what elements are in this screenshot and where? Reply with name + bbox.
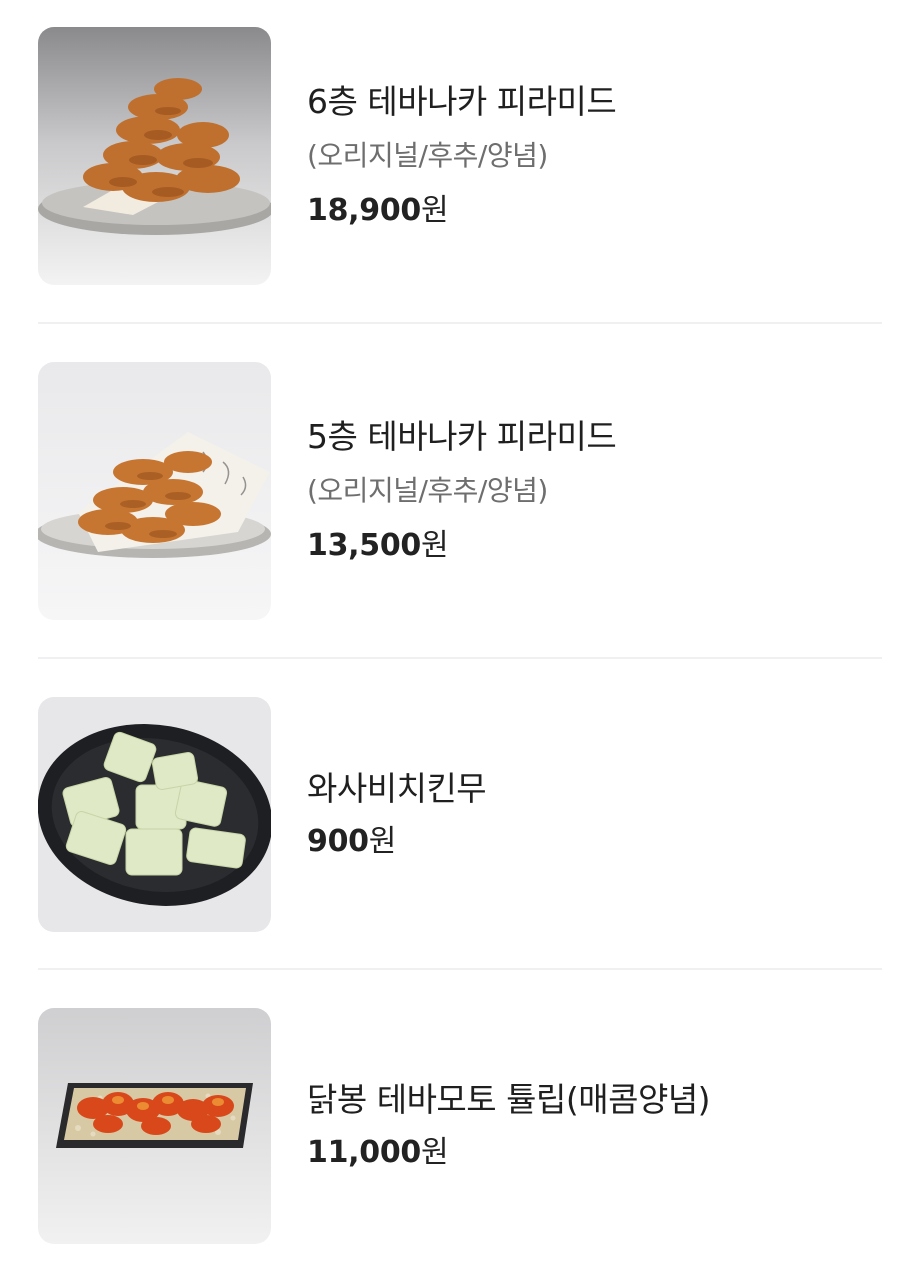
fried-chicken-wings-pyramid-photo bbox=[38, 27, 271, 285]
menu-item-wasabi-chicken-radish[interactable]: 와사비치킨무 900원 bbox=[38, 697, 882, 932]
fried-chicken-wings-photo bbox=[38, 362, 271, 620]
menu-item-5f-tebanaka-pyramid[interactable]: 5층 테바나카 피라미드 (오리지널/후추/양념) 13,500원 bbox=[38, 362, 882, 620]
item-price-unit: 원 bbox=[420, 193, 449, 228]
item-price-number: 11,000 bbox=[307, 1135, 421, 1170]
item-price: 900원 bbox=[307, 821, 486, 863]
item-options: (오리지널/후추/양념) bbox=[307, 474, 548, 507]
menu-item-info: 닭봉 테바모토 튤립(매콤양념) 11,000원 bbox=[307, 1078, 711, 1174]
item-name: 5층 테바나카 피라미드 bbox=[307, 417, 617, 456]
item-price: 13,500원 bbox=[307, 525, 616, 567]
menu-item-info: 6층 테바나카 피라미드 (오리지널/후추/양념) 18,900원 bbox=[307, 80, 617, 232]
item-price-unit: 원 bbox=[420, 1135, 449, 1170]
spicy-drumstick-tulip-platter-photo bbox=[38, 1008, 271, 1244]
menu-item-6f-tebanaka-pyramid[interactable]: 6층 테바나카 피라미드 (오리지널/후추/양념) 18,900원 bbox=[38, 27, 882, 285]
menu-item-drumstick-tulip-spicy[interactable]: 닭봉 테바모토 튤립(매콤양념) 11,000원 bbox=[38, 1008, 882, 1244]
item-price-number: 18,900 bbox=[307, 193, 421, 228]
item-name: 6층 테바나카 피라미드 bbox=[307, 82, 617, 121]
item-price-number: 13,500 bbox=[307, 528, 421, 563]
item-price-number: 900 bbox=[307, 823, 369, 859]
menu-item-info: 5층 테바나카 피라미드 (오리지널/후추/양념) 13,500원 bbox=[307, 415, 617, 567]
divider bbox=[38, 322, 882, 324]
item-price: 11,000원 bbox=[307, 1132, 710, 1174]
pickled-radish-bowl-photo bbox=[38, 697, 271, 932]
item-options: (오리지널/후추/양념) bbox=[307, 139, 548, 172]
divider bbox=[38, 968, 882, 970]
menu-item-info: 와사비치킨무 900원 bbox=[307, 767, 487, 863]
item-price-unit: 원 bbox=[368, 823, 397, 859]
item-price-unit: 원 bbox=[420, 528, 449, 563]
item-name: 닭봉 테바모토 튤립(매콤양념) bbox=[307, 1080, 711, 1119]
divider bbox=[38, 657, 882, 659]
item-price: 18,900원 bbox=[307, 190, 616, 232]
item-name: 와사비치킨무 bbox=[307, 768, 487, 808]
